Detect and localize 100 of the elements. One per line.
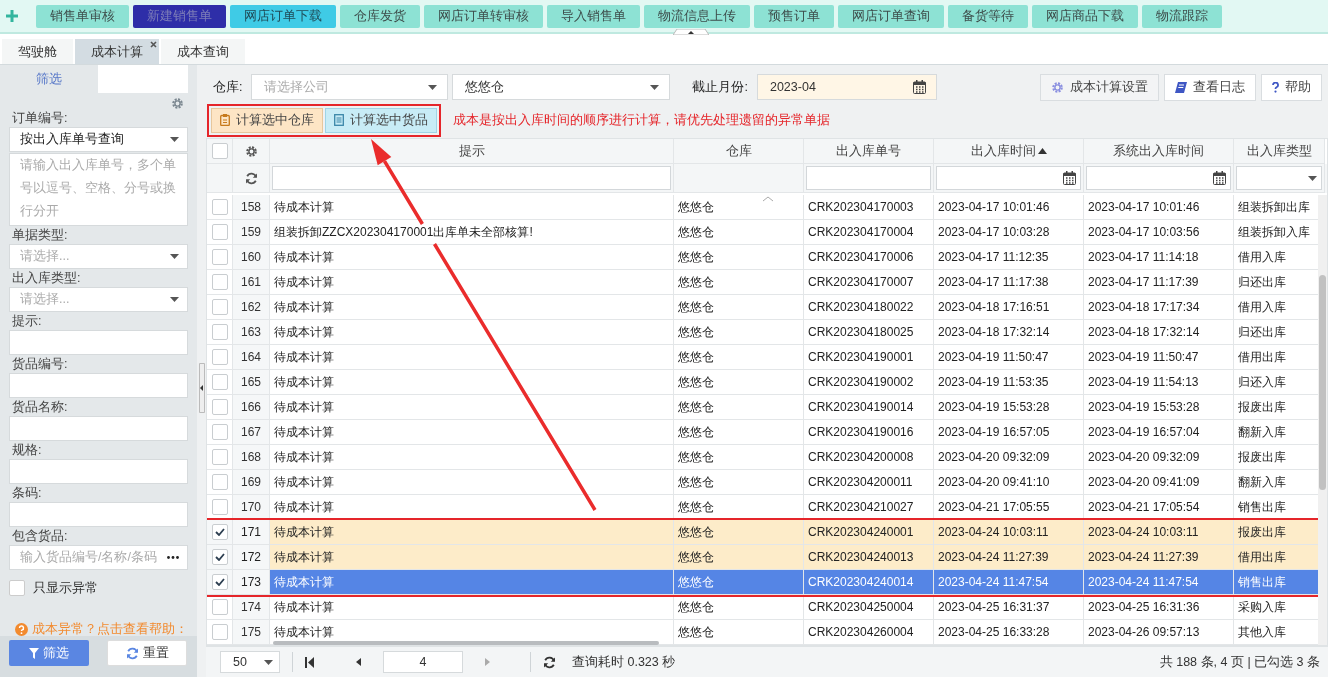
nav-button[interactable]: 网店订单下载: [230, 4, 336, 28]
checkbox-label: 只显示异常: [33, 579, 98, 597]
table-cell: 2023-04-18 17:16:51: [934, 295, 1084, 320]
row-number: 174: [233, 595, 270, 620]
table-cell: 2023-04-18 17:32:14: [1084, 320, 1234, 345]
table-cell: 2023-04-19 11:50:47: [934, 345, 1084, 370]
field-label: 货品名称:: [12, 400, 69, 415]
table-cell: 2023-04-19 16:57:05: [934, 420, 1084, 445]
nav-button[interactable]: 销售单审核: [36, 4, 129, 28]
table-cell: 悠悠仓: [674, 595, 804, 620]
field-label: 单据类型:: [12, 228, 69, 243]
column-header[interactable]: 提示: [270, 139, 674, 164]
column-header[interactable]: 仓库: [674, 139, 804, 164]
table-cell: 2023-04-20 09:41:09: [1084, 470, 1234, 495]
field-label: 货品编号:: [12, 357, 69, 372]
table-cell: 悠悠仓: [674, 270, 804, 295]
log-button[interactable]: 查看日志: [1164, 73, 1256, 101]
field-label: 条码:: [12, 486, 43, 501]
table-cell: CRK202304190016: [804, 420, 934, 445]
column-header[interactable]: 出入库单号: [804, 139, 934, 164]
nav-button[interactable]: 物流信息上传: [644, 4, 750, 28]
nav-button[interactable]: 导入销售单: [547, 4, 640, 28]
table-cell: 悠悠仓: [674, 345, 804, 370]
table-cell: 悠悠仓: [674, 470, 804, 495]
table-cell: CRK202304190014: [804, 395, 934, 420]
tab[interactable]: 成本查询: [161, 39, 245, 64]
row-number: 172: [233, 545, 270, 570]
row-number: 160: [233, 245, 270, 270]
field-label: 截止月份:: [692, 78, 748, 96]
help-button[interactable]: 帮助: [1261, 73, 1322, 101]
table-cell: 悠悠仓: [674, 520, 804, 545]
nav-button[interactable]: 预售订单: [754, 4, 834, 28]
table-cell: 待成本计算: [270, 420, 674, 445]
field-label: 出入库类型:: [12, 271, 82, 286]
nav-button[interactable]: 仓库发货: [340, 4, 420, 28]
nav-button[interactable]: 网店订单查询: [838, 4, 944, 28]
table-cell: 待成本计算: [270, 270, 674, 295]
table-cell: 2023-04-25 16:31:36: [1084, 595, 1234, 620]
field-label: 包含货品:: [12, 529, 69, 544]
table-cell: 悠悠仓: [674, 395, 804, 420]
calculate-warehouse-button[interactable]: 计算选中仓库: [211, 107, 323, 133]
table-cell: CRK202304200011: [804, 470, 934, 495]
row-number: 162: [233, 295, 270, 320]
nav-button[interactable]: 备货等待: [948, 4, 1028, 28]
table-cell: 悠悠仓: [674, 320, 804, 345]
column-header[interactable]: 系统出入库时间: [1084, 139, 1234, 164]
filter-button[interactable]: 筛选: [9, 640, 89, 666]
table-cell: 组装拆卸ZZCX202304170001出库单未全部核算!: [270, 220, 674, 245]
table-cell: 2023-04-19 15:53:28: [1084, 395, 1234, 420]
table-cell: 悠悠仓: [674, 420, 804, 445]
table-cell: CRK202304240001: [804, 520, 934, 545]
table-cell: 2023-04-19 11:53:35: [934, 370, 1084, 395]
table-cell: CRK202304180025: [804, 320, 934, 345]
row-number: 166: [233, 395, 270, 420]
table-cell: 待成本计算: [270, 595, 674, 620]
table-cell: 2023-04-24 11:47:54: [934, 570, 1084, 595]
column-header[interactable]: 出入库时间: [934, 139, 1084, 164]
table-cell: 待成本计算: [270, 320, 674, 345]
settings-button[interactable]: 成本计算设置: [1040, 73, 1159, 101]
table-cell: 2023-04-20 09:32:09: [934, 445, 1084, 470]
month-field[interactable]: 2023-04: [756, 74, 937, 100]
table-cell: CRK202304170004: [804, 220, 934, 245]
table-cell: 待成本计算: [270, 570, 674, 595]
calculate-goods-button[interactable]: 计算选中货品: [325, 107, 437, 133]
table-cell: CRK202304190002: [804, 370, 934, 395]
table-cell: 悠悠仓: [674, 245, 804, 270]
tab[interactable]: 成本计算: [75, 39, 159, 64]
table-cell: 2023-04-20 09:41:10: [934, 470, 1084, 495]
nav-button[interactable]: 网店订单转审核: [424, 4, 543, 28]
table-cell: CRK202304200008: [804, 445, 934, 470]
table-cell: 2023-04-24 11:47:54: [1084, 570, 1234, 595]
nav-button[interactable]: 物流跟踪: [1142, 4, 1222, 28]
dropdown[interactable]: 按出入库单号查询: [9, 127, 188, 152]
page-number-field[interactable]: 4: [383, 651, 463, 673]
table-cell: 待成本计算: [270, 545, 674, 570]
table-cell: CRK202304170007: [804, 270, 934, 295]
table-cell: 悠悠仓: [674, 195, 804, 220]
table-cell: 2023-04-17 10:03:28: [934, 220, 1084, 245]
table-cell: 2023-04-20 09:32:09: [1084, 445, 1234, 470]
table-cell: 2023-04-18 17:17:34: [1084, 295, 1234, 320]
nav-button[interactable]: 网店商品下载: [1032, 4, 1138, 28]
column-header[interactable]: 出入库类型: [1234, 139, 1325, 164]
row-number: 167: [233, 420, 270, 445]
tab[interactable]: 驾驶舱: [2, 39, 73, 64]
table-cell: 悠悠仓: [674, 570, 804, 595]
row-number: 170: [233, 495, 270, 520]
table-cell: 悠悠仓: [674, 295, 804, 320]
warehouse-dropdown[interactable]: 悠悠仓: [452, 74, 671, 100]
table-cell: 待成本计算: [270, 520, 674, 545]
row-number: 161: [233, 270, 270, 295]
filter-tab[interactable]: 筛选: [0, 65, 98, 93]
record-summary: 共 188 条, 4 页 | 已勾选 3 条: [1159, 653, 1320, 671]
table-cell: 悠悠仓: [674, 620, 804, 645]
field-label: 订单编号:: [12, 111, 69, 126]
table-cell: CRK202304170003: [804, 195, 934, 220]
field-label: 仓库:: [213, 78, 243, 96]
reset-button[interactable]: 重置: [107, 640, 187, 666]
page-size-dropdown[interactable]: 50: [220, 651, 280, 673]
table-cell: 2023-04-17 10:01:46: [934, 195, 1084, 220]
table-cell: 2023-04-17 10:03:56: [1084, 220, 1234, 245]
